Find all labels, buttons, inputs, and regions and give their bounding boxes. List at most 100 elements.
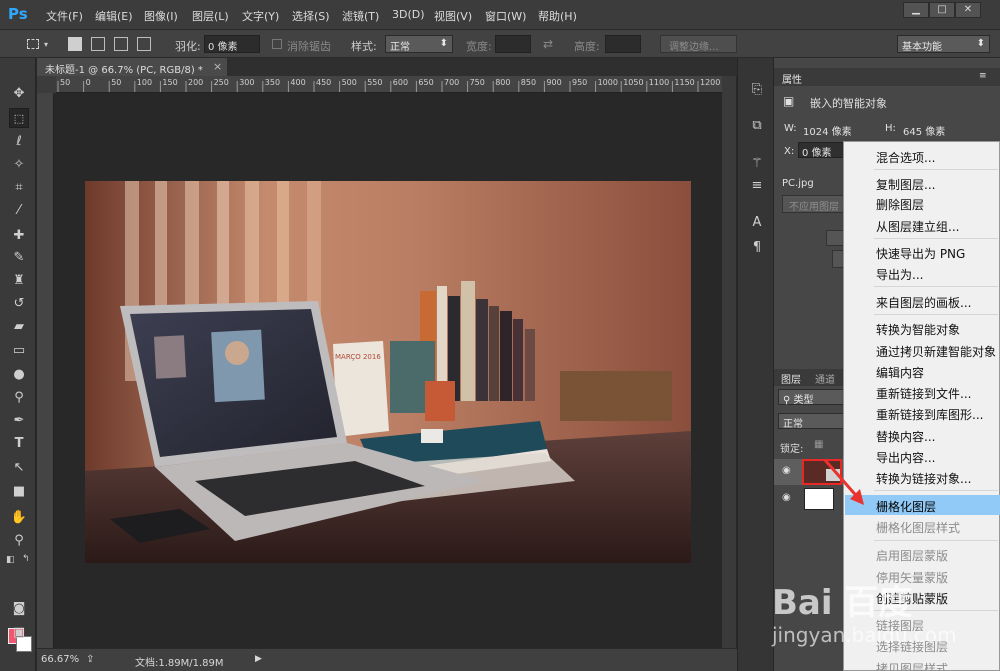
pen-tool-icon[interactable]: ✒ [9,411,29,431]
menu-type[interactable]: 文字(Y) [242,8,279,24]
menu-view[interactable]: 视图(V) [434,8,472,24]
menu-rasterize-layer-style[interactable]: 栅格化图层样式 [845,516,1000,536]
character-panel-icon[interactable]: A [747,213,767,233]
feather-input[interactable]: 0 像素 [204,35,260,53]
minimize-button[interactable]: ▁ [903,2,929,18]
calendar-month-text: MARÇO 2016 [335,353,381,361]
maximize-button[interactable]: □ [929,2,955,18]
visibility-eye-icon[interactable]: ◉ [782,492,791,503]
refine-edge-button[interactable]: 调整边缘... [660,35,737,53]
share-icon[interactable]: ⇪ [86,654,94,665]
channels-tab[interactable]: 通道 [815,371,835,386]
close-tab-icon[interactable]: × [213,60,222,73]
desk-laptop-photo: MARÇO 2016 [85,181,691,563]
gradient-tool-icon[interactable]: ▭ [9,341,29,361]
swap-icon[interactable]: ⇄ [543,37,553,51]
panel-menu-icon[interactable]: ≡ [979,71,987,81]
visibility-eye-icon[interactable]: ◉ [782,465,791,476]
menu-window[interactable]: 窗口(W) [485,8,526,24]
layers-tab[interactable]: 图层 [781,371,801,386]
unapply-layer-comp-button[interactable]: 不应用图层 [782,195,852,213]
menu-artboard-from-layers[interactable]: 来自图层的画板... [845,291,1000,311]
crop-tool-icon[interactable]: ⌗ [9,178,29,198]
rectangle-tool-icon[interactable]: ■ [9,482,29,502]
tool-presets-icon[interactable]: ⧉ [747,116,767,136]
menu-duplicate-layer[interactable]: 复制图层... [845,173,1000,193]
menu-help[interactable]: 帮助(H) [538,8,577,24]
layer-filter-select[interactable]: ⚲ 类型 [778,389,848,406]
x-input[interactable]: 0 像素 [798,142,848,159]
menu-edit-contents[interactable]: 编辑内容 [845,361,1000,381]
vertical-ruler [37,93,54,648]
clone-stamp-tool-icon[interactable]: ♜ [9,271,29,291]
menu-layer[interactable]: 图层(L) [192,8,229,24]
add-selection-icon[interactable] [91,37,105,51]
blur-tool-icon[interactable]: ● [9,365,29,385]
height-value[interactable]: 645 像素 [903,123,945,138]
marquee-tool-icon[interactable]: ⬚ [9,108,29,128]
brush-panel-icon[interactable]: ⚚ [747,154,767,174]
zoom-tool-icon[interactable]: ⚲ [9,531,29,551]
workspace-select[interactable]: 基本功能 ⬍ [897,35,990,53]
history-panel-icon[interactable]: ⎘ [747,80,767,100]
healing-brush-tool-icon[interactable]: ✚ [9,226,29,246]
menu-edit[interactable]: 编辑(E) [95,8,133,24]
dodge-tool-icon[interactable]: ⚲ [9,388,29,408]
menu-3d[interactable]: 3D(D) [392,8,425,21]
path-selection-tool-icon[interactable]: ↖ [9,458,29,478]
eraser-tool-icon[interactable]: ▰ [9,317,29,337]
menu-quick-export-png[interactable]: 快速导出为 PNG [845,242,1000,262]
ruler-label: 150 [162,78,177,87]
lasso-tool-icon[interactable]: ℓ [9,132,29,152]
menu-file[interactable]: 文件(F) [46,8,83,24]
magic-wand-tool-icon[interactable]: ✧ [9,155,29,175]
menu-new-smart-object-via-copy[interactable]: 通过拷贝新建智能对象 [845,340,1000,360]
adjustments-panel-icon[interactable]: ≡ [747,176,767,196]
menu-copy-layer-style[interactable]: 拷贝图层样式 [845,657,1000,671]
subtract-selection-icon[interactable] [114,37,128,51]
menu-filter[interactable]: 滤镜(T) [342,8,379,24]
marquee-preset-icon[interactable] [27,39,39,49]
menu-select[interactable]: 选择(S) [292,8,330,24]
brush-tool-icon[interactable]: ✎ [9,248,29,268]
style-select[interactable]: 正常 ⬍ [385,35,453,53]
default-colors-icon[interactable]: ◧ [6,555,15,565]
document-tab[interactable]: 未标题-1 @ 66.7% (PC, RGB/8) * [37,58,227,76]
menu-relink-to-library[interactable]: 重新链接到库图形... [845,403,1000,423]
swap-colors-icon[interactable]: ↰ [22,554,30,564]
menu-blending-options[interactable]: 混合选项... [845,146,1000,166]
chevron-down-icon[interactable]: ▾ [44,40,48,49]
menu-replace-contents[interactable]: 替换内容... [845,425,1000,445]
type-tool-icon[interactable]: T [9,434,29,454]
close-button[interactable]: ✕ [955,2,981,18]
lock-transparent-icon[interactable]: ▦ [814,439,823,450]
vertical-scrollbar[interactable] [722,76,736,648]
ruler-label: 650 [418,78,433,87]
intersect-selection-icon[interactable] [137,37,151,51]
zoom-level[interactable]: 66.67% [41,654,79,665]
properties-tab[interactable]: 属性 [782,71,802,86]
width-input[interactable] [495,35,531,53]
menu-image[interactable]: 图像(I) [144,8,178,24]
menu-group-from-layers[interactable]: 从图层建立组... [845,215,1000,235]
menu-convert-smart-object[interactable]: 转换为智能对象 [845,318,1000,338]
move-tool-icon[interactable]: ✥ [9,84,29,104]
width-value[interactable]: 1024 像素 [803,123,852,138]
new-selection-icon[interactable] [68,37,82,51]
blend-mode-select[interactable]: 正常 [778,413,848,430]
eyedropper-tool-icon[interactable]: ⁄ [9,201,29,221]
antialias-checkbox[interactable] [272,39,282,49]
annotation-arrow-icon [823,459,864,505]
menu-delete-layer[interactable]: 删除图层 [845,193,1000,213]
baidu-logo: Bai 百度 [772,583,913,623]
menu-enable-layer-mask[interactable]: 启用图层蒙版 [845,544,1000,564]
hand-tool-icon[interactable]: ✋ [9,508,29,528]
menu-export-as[interactable]: 导出为... [845,263,1000,283]
menu-relink-to-file[interactable]: 重新链接到文件... [845,382,1000,402]
history-brush-tool-icon[interactable]: ↺ [9,294,29,314]
expand-arrow-icon[interactable]: ▶ [255,654,262,664]
paragraph-panel-icon[interactable]: ¶ [747,238,767,258]
quick-mask-icon[interactable]: ◙ [9,599,29,619]
screen-mode-icon[interactable]: ▣ [9,623,29,643]
height-input[interactable] [605,35,641,53]
